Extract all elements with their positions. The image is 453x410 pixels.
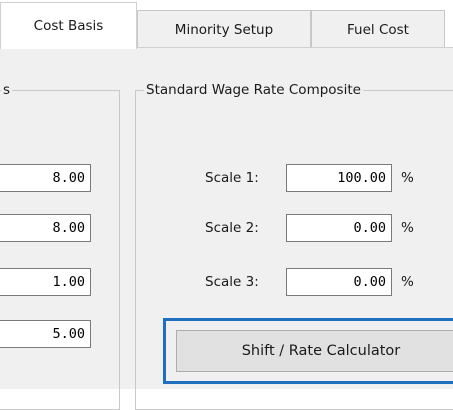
wage-rate-groupbox-title: Standard Wage Rate Composite [144, 82, 363, 98]
tab-bar: Cost Basis Minority Setup Fuel Cost [0, 0, 453, 49]
left-groupbox: s [0, 82, 120, 410]
scale-1-field[interactable]: 100.00 [286, 164, 392, 192]
scale-3-field[interactable]: 0.00 [286, 268, 392, 296]
tab-cost-basis[interactable]: Cost Basis [0, 2, 137, 49]
left-value-field-2[interactable]: 8.00 [0, 214, 91, 242]
scale-1-label: Scale 1: [205, 170, 259, 186]
scale-3-label: Scale 3: [205, 274, 259, 290]
tab-fuel-cost[interactable]: Fuel Cost [311, 10, 445, 48]
left-value-field-4[interactable]: 5.00 [0, 320, 91, 348]
shift-rate-calculator-button[interactable]: Shift / Rate Calculator [176, 330, 453, 372]
left-value-field-1[interactable]: 8.00 [0, 164, 91, 192]
scale-2-unit: % [401, 220, 414, 236]
scale-2-label: Scale 2: [205, 220, 259, 236]
tab-minority-setup[interactable]: Minority Setup [137, 10, 311, 48]
scale-1-unit: % [401, 170, 414, 186]
left-groupbox-title: s [1, 82, 13, 98]
scale-3-unit: % [401, 274, 414, 290]
scale-2-field[interactable]: 0.00 [286, 214, 392, 242]
left-value-field-3[interactable]: 1.00 [0, 268, 91, 296]
